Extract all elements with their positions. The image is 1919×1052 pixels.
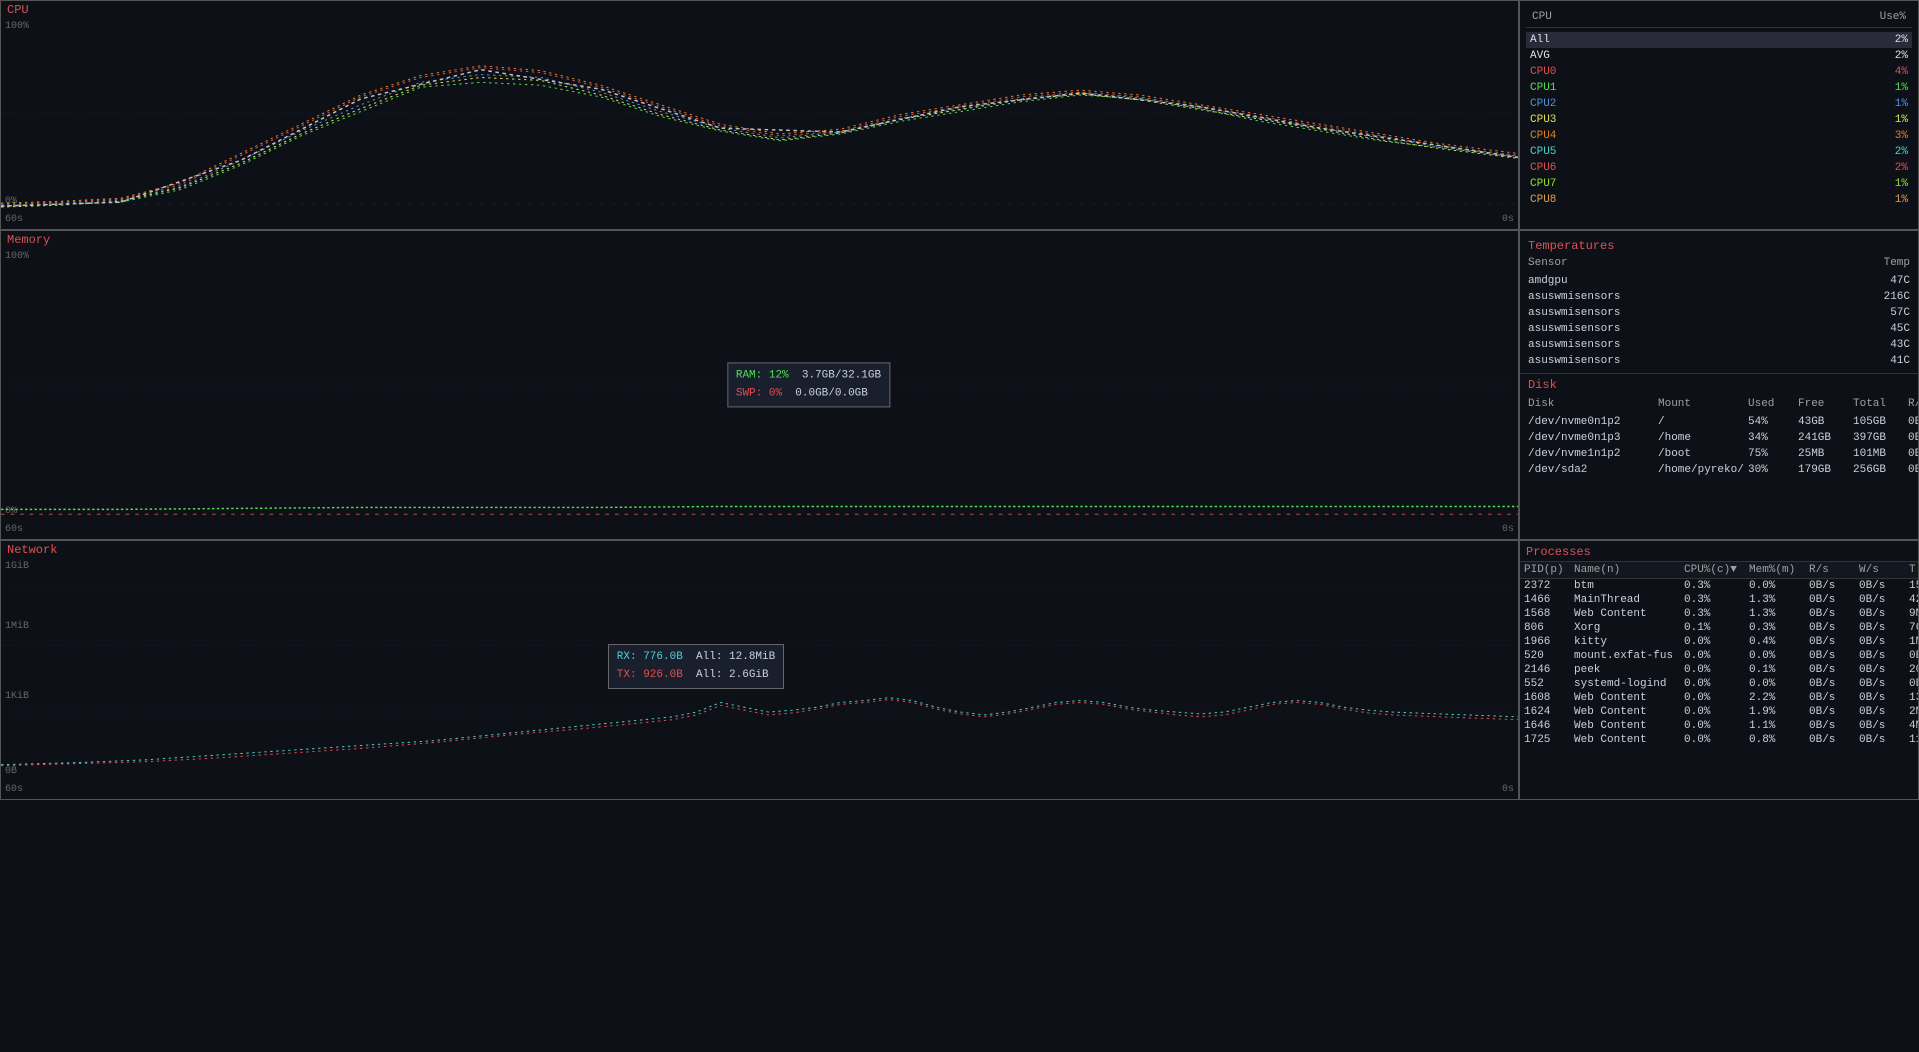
legend-item: AVG2%	[1526, 48, 1912, 64]
disk-row: /dev/nvme1n1p2 /boot 75% 25MB 101MB 0B/s…	[1520, 446, 1918, 462]
table-row[interactable]: 1725 Web Content 0.0% 0.8% 0B/s 0B/s 116…	[1520, 733, 1918, 747]
proc-col-ws: W/s	[1859, 564, 1909, 576]
disk-row: /dev/sda2 /home/pyreko/ 30% 179GB 256GB …	[1520, 462, 1918, 478]
temp-disk-panel: Temperatures Sensor Temp amdgpu47Casuswm…	[1519, 230, 1919, 540]
temp-row: asuswmisensors45C	[1520, 321, 1918, 337]
disk-col-mount: Mount	[1658, 398, 1748, 410]
legend-item: CPU62%	[1526, 160, 1912, 176]
cpu-legend-panel: CPU Use% All2%AVG2%CPU04%CPU11%CPU21%CPU…	[1519, 0, 1919, 230]
disk-title: Disk	[1520, 374, 1918, 396]
table-row[interactable]: 1966 kitty 0.0% 0.4% 0B/s 0B/s 1MiB 84Ki…	[1520, 635, 1918, 649]
memory-title: Memory	[1, 231, 56, 249]
table-row[interactable]: 1466 MainThread 0.3% 1.3% 0B/s 0B/s 422M…	[1520, 593, 1918, 607]
temp-row: amdgpu47C	[1520, 273, 1918, 289]
network-tooltip: RX: 776.0B All: 12.8MiB TX: 926.0B All: …	[608, 644, 784, 689]
disk-col-used: Used	[1748, 398, 1798, 410]
network-title: Network	[1, 541, 63, 559]
legend-item: CPU04%	[1526, 64, 1912, 80]
legend-col-use: Use%	[1880, 11, 1906, 23]
cpu-time-left: 60s	[5, 214, 23, 225]
legend-item: CPU21%	[1526, 96, 1912, 112]
proc-col-pid: PID(p)	[1524, 564, 1574, 576]
temp-title: Temperatures	[1520, 235, 1918, 255]
cpu-title: CPU	[1, 1, 35, 19]
process-title: Processes	[1520, 541, 1918, 562]
disk-rows: /dev/nvme0n1p2 / 54% 43GB 105GB 0B/s 685…	[1520, 414, 1918, 478]
temperatures-section: Temperatures Sensor Temp amdgpu47Casuswm…	[1520, 231, 1918, 373]
temp-col-sensor: Sensor	[1528, 257, 1568, 269]
temp-row: asuswmisensors216C	[1520, 289, 1918, 305]
network-time-left: 60s	[5, 784, 23, 795]
disk-row: /dev/nvme0n1p2 / 54% 43GB 105GB 0B/s 685…	[1520, 414, 1918, 430]
network-tx-label: TX: 926.0B	[617, 669, 683, 681]
legend-item: All2%	[1526, 32, 1912, 48]
temp-col-temp: Temp	[1884, 257, 1910, 269]
disk-section: Disk Disk Mount Used Free Total R/s W/s …	[1520, 373, 1918, 539]
legend-item: CPU11%	[1526, 80, 1912, 96]
table-row[interactable]: 806 Xorg 0.1% 0.3% 0B/s 0B/s 76MiB 52KiB…	[1520, 621, 1918, 635]
cpu-panel: CPU 100% 0% 60s 0s	[0, 0, 1519, 230]
process-rows: 2372 btm 0.3% 0.0% 0B/s 0B/s 15MiB 0B Sl…	[1520, 579, 1918, 747]
memory-swp-label: SWP: 0%	[736, 387, 782, 399]
legend-col-cpu: CPU	[1532, 11, 1552, 23]
disk-col-free: Free	[1798, 398, 1853, 410]
legend-item: CPU71%	[1526, 176, 1912, 192]
table-row[interactable]: 1624 Web Content 0.0% 1.9% 0B/s 0B/s 2Mi…	[1520, 705, 1918, 719]
cpu-chart	[1, 19, 1518, 209]
disk-col-total: Total	[1853, 398, 1908, 410]
process-table-header: PID(p) Name(n) CPU%(c)▼ Mem%(m) R/s W/s …	[1520, 562, 1918, 579]
table-row[interactable]: 1568 Web Content 0.3% 1.3% 0B/s 0B/s 9Mi…	[1520, 607, 1918, 621]
cpu-time-right: 0s	[1502, 214, 1514, 225]
table-row[interactable]: 1608 Web Content 0.0% 2.2% 0B/s 0B/s 13M…	[1520, 691, 1918, 705]
legend-item: CPU52%	[1526, 144, 1912, 160]
network-tx-all: All: 2.6GiB	[696, 669, 769, 681]
table-row[interactable]: 2372 btm 0.3% 0.0% 0B/s 0B/s 15MiB 0B Sl…	[1520, 579, 1918, 593]
legend-item: CPU31%	[1526, 112, 1912, 128]
proc-col-name: Name(n)	[1574, 564, 1684, 576]
proc-col-rs: R/s	[1809, 564, 1859, 576]
process-panel: Processes PID(p) Name(n) CPU%(c)▼ Mem%(m…	[1519, 540, 1919, 800]
legend-item: CPU81%	[1526, 192, 1912, 208]
table-row[interactable]: 1646 Web Content 0.0% 1.1% 0B/s 0B/s 4Mi…	[1520, 719, 1918, 733]
memory-ram-value: 3.7GB/32.1GB	[802, 369, 881, 381]
legend-item: CPU43%	[1526, 128, 1912, 144]
disk-col-rs: R/s	[1908, 398, 1918, 410]
network-rx-label: RX: 776.0B	[617, 651, 683, 663]
temp-row: asuswmisensors57C	[1520, 305, 1918, 321]
network-time-right: 0s	[1502, 784, 1514, 795]
proc-col-mem: Mem%(m)	[1749, 564, 1809, 576]
disk-row: /dev/nvme0n1p3 /home 34% 241GB 397GB 0B/…	[1520, 430, 1918, 446]
memory-time-right: 0s	[1502, 524, 1514, 535]
network-rx-all: All: 12.8MiB	[696, 651, 775, 663]
legend-header: CPU Use%	[1526, 7, 1912, 28]
cpu-legend-items: All2%AVG2%CPU04%CPU11%CPU21%CPU31%CPU43%…	[1526, 32, 1912, 208]
proc-col-tread: T.Read	[1909, 564, 1919, 576]
temp-row: asuswmisensors43C	[1520, 337, 1918, 353]
memory-ram-label: RAM: 12%	[736, 369, 789, 381]
table-row[interactable]: 2146 peek 0.0% 0.1% 0B/s 0B/s 20MiB 2MiB…	[1520, 663, 1918, 677]
disk-header: Disk Mount Used Free Total R/s W/s	[1520, 396, 1918, 412]
memory-time-left: 60s	[5, 524, 23, 535]
memory-tooltip: RAM: 12% 3.7GB/32.1GB SWP: 0% 0.0GB/0.0G…	[727, 362, 890, 407]
proc-col-cpu: CPU%(c)▼	[1684, 564, 1749, 576]
temp-rows: amdgpu47Casuswmisensors216Casuswmisensor…	[1520, 273, 1918, 369]
memory-swp-value: 0.0GB/0.0GB	[795, 387, 868, 399]
network-panel: Network 1GiB 1MiB 1KiB 0B 60s 0s RX: 776…	[0, 540, 1519, 800]
temp-row: asuswmisensors41C	[1520, 353, 1918, 369]
disk-col-disk: Disk	[1528, 398, 1658, 410]
table-row[interactable]: 552 systemd-logind 0.0% 0.0% 0B/s 0B/s 0…	[1520, 677, 1918, 691]
table-row[interactable]: 520 mount.exfat-fus 0.0% 0.0% 0B/s 0B/s …	[1520, 649, 1918, 663]
memory-panel: Memory 100% 0% 60s 0s RAM: 12% 3.7GB/32.…	[0, 230, 1519, 540]
temp-header: Sensor Temp	[1520, 255, 1918, 271]
